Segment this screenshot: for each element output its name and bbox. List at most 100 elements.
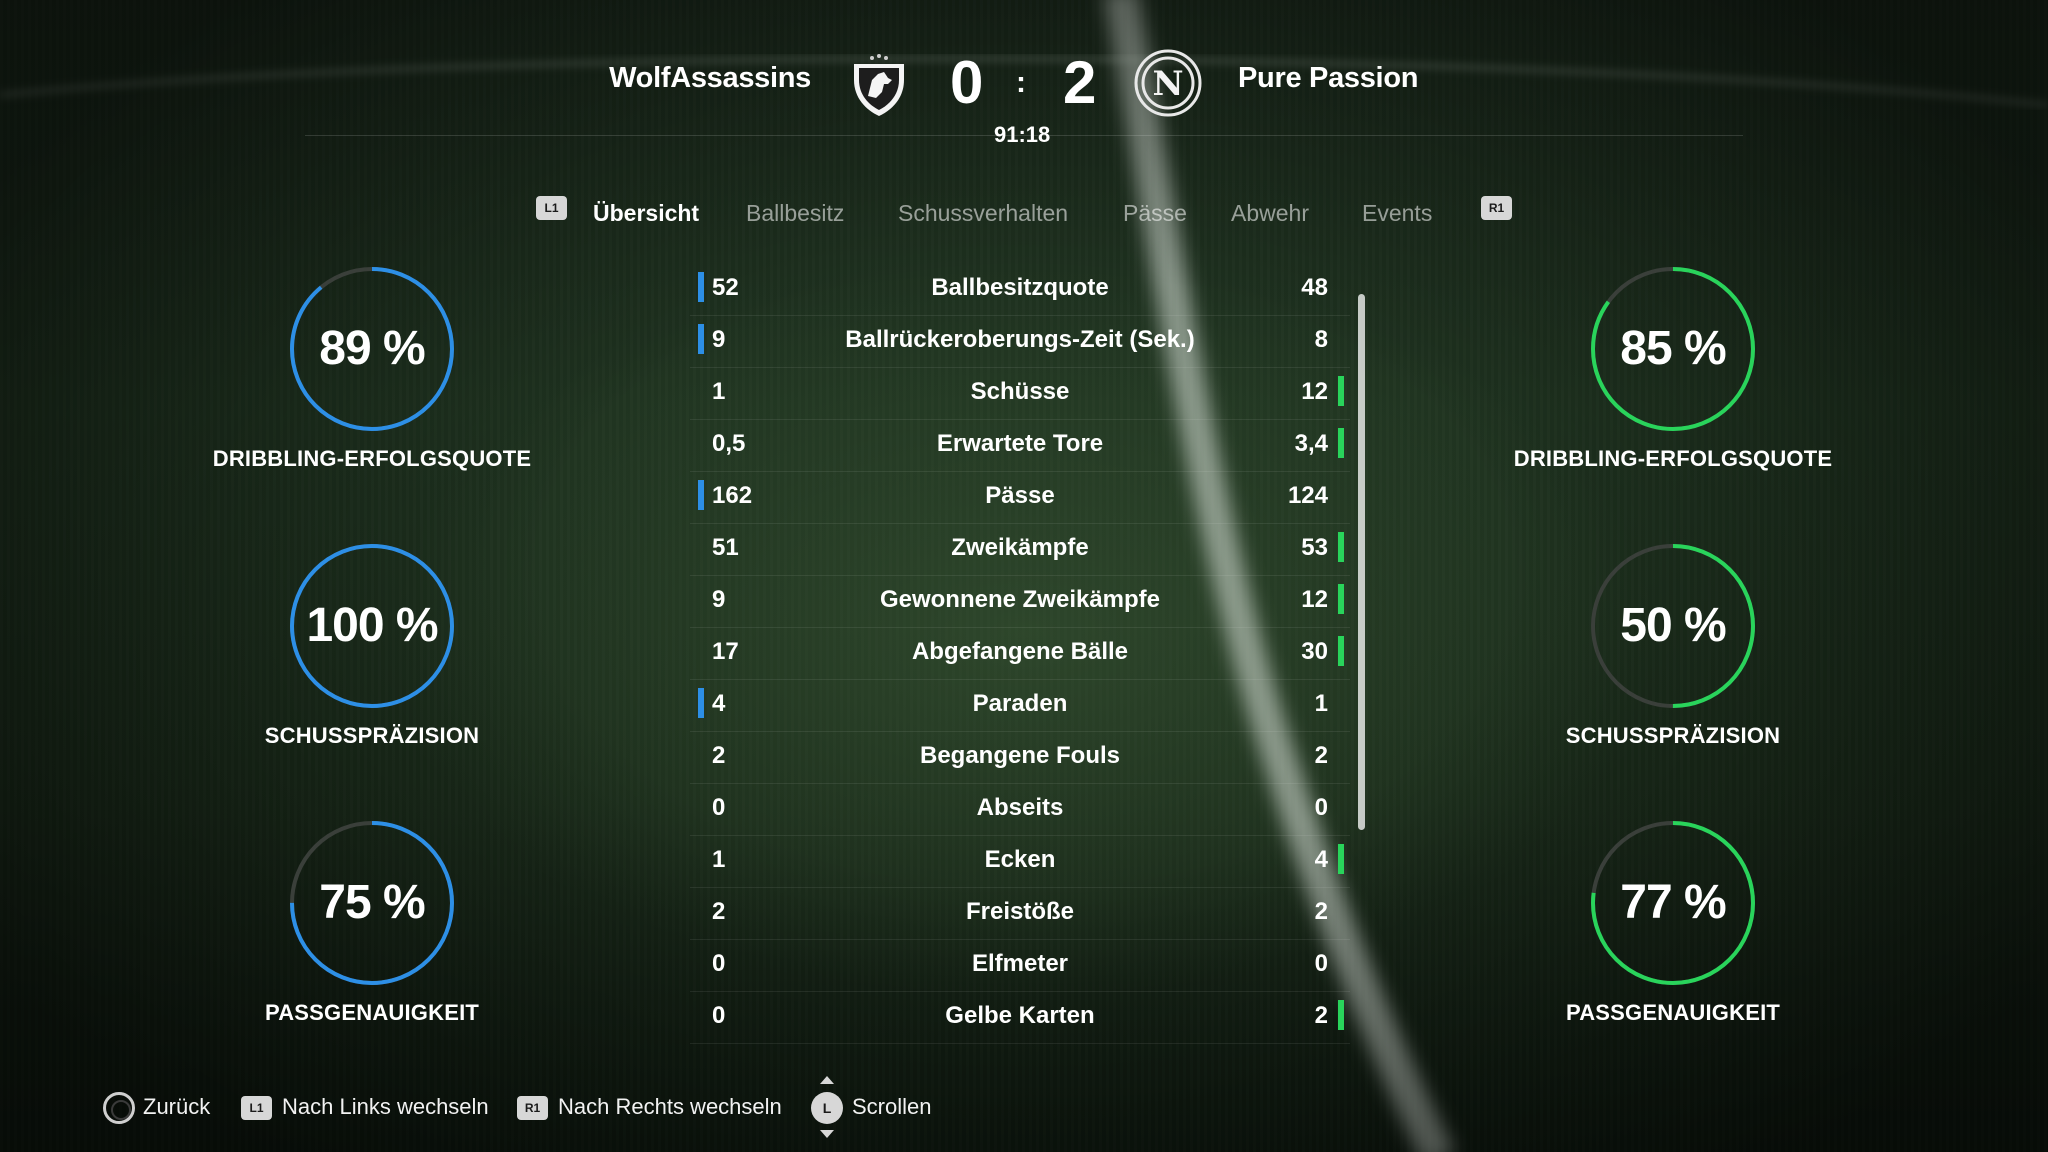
stat-row: 0 Abseits 0 <box>690 784 1350 836</box>
away-stat-value: 8 <box>1314 326 1328 353</box>
gauge-label: DRIBBLING-ERFOLGSQUOTE <box>1513 446 1833 471</box>
stat-row: 0,5 Erwartete Tore 3,4 <box>690 420 1350 472</box>
switch-right-action[interactable]: Nach Rechts wechseln <box>558 1094 782 1120</box>
stat-name: Ballrückeroberungs-Zeit (Sek.) <box>845 326 1195 353</box>
stat-name: Freistöße <box>965 898 1075 925</box>
gauge-value: 100 % <box>306 599 438 652</box>
away-stat-value: 2 <box>1314 898 1328 925</box>
stat-name: Ecken <box>984 846 1056 873</box>
away-stat-value: 53 <box>1301 534 1328 561</box>
away-dribbling-gauge: 85 % <box>1588 264 1758 434</box>
home-score: 0 <box>950 49 984 116</box>
switch-left-action[interactable]: Nach Links wechseln <box>282 1094 489 1120</box>
stat-name: Pässe <box>985 482 1055 509</box>
arrow-up-icon <box>820 1076 834 1084</box>
stat-row: 2 Begangene Fouls 2 <box>690 732 1350 784</box>
home-team-name: WolfAssassins <box>609 62 811 94</box>
stat-name: Abgefangene Bälle <box>911 638 1129 665</box>
left-stick-icon: L <box>811 1092 843 1124</box>
away-stat-value: 0 <box>1314 794 1328 821</box>
controls-footer: Zurück L1 Nach Links wechseln R1 Nach Re… <box>0 1076 2048 1138</box>
r1-button-icon[interactable]: R1 <box>1481 196 1512 220</box>
stats-tab-bar: L1 Übersicht Ballbesitz Schussverhalten … <box>0 196 2048 236</box>
l1-button-icon: L1 <box>241 1096 272 1120</box>
away-lead-indicator <box>1338 376 1344 406</box>
stat-name: Begangene Fouls <box>919 742 1121 769</box>
away-stat-value: 48 <box>1301 274 1328 301</box>
match-clock: 91:18 <box>994 122 1051 147</box>
stat-name: Schüsse <box>970 378 1070 405</box>
away-lead-indicator <box>1338 428 1344 458</box>
stat-row: 0 Elfmeter 0 <box>690 940 1350 992</box>
stat-row: 52 Ballbesitzquote 48 <box>690 264 1350 316</box>
stat-row: 1 Ecken 4 <box>690 836 1350 888</box>
scroll-action[interactable]: Scrollen <box>852 1094 931 1120</box>
away-lead-indicator <box>1338 584 1344 614</box>
away-score: 2 <box>1063 49 1097 116</box>
circle-button-icon <box>103 1092 135 1124</box>
stat-name: Gelbe Karten <box>945 1002 1095 1029</box>
tab-possession[interactable]: Ballbesitz <box>746 200 844 227</box>
stats-table[interactable]: 52 Ballbesitzquote 48 9 Ballrückeroberungs-Z… <box>690 264 1350 1044</box>
gauge-value: 85 % <box>1620 322 1726 375</box>
away-stat-value: 0 <box>1314 950 1328 977</box>
gauge-value: 89 % <box>319 322 425 375</box>
gauge-value: 50 % <box>1620 599 1726 652</box>
stat-name: Abseits <box>976 794 1064 821</box>
stat-row: 1 Schüsse 12 <box>690 368 1350 420</box>
scoreboard-header: WolfAssassins 0 : 2 N Pure Passion 91:18 <box>0 0 2048 160</box>
away-stat-value: 12 <box>1301 378 1328 405</box>
gauge-value: 77 % <box>1620 876 1726 929</box>
away-stat-value: 4 <box>1314 846 1328 873</box>
stat-name: Gewonnene Zweikämpfe <box>879 586 1161 613</box>
away-stat-value: 2 <box>1314 1002 1328 1029</box>
stat-name: Elfmeter <box>971 950 1069 977</box>
gauge-label: SCHUSSPRÄZISION <box>264 723 480 748</box>
back-action[interactable]: Zurück <box>143 1094 210 1120</box>
stat-row: 51 Zweikämpfe 53 <box>690 524 1350 576</box>
gauge-label: PASSGENAUIGKEIT <box>1565 1000 1781 1025</box>
tab-shooting[interactable]: Schussverhalten <box>898 200 1068 227</box>
stat-name: Ballbesitzquote <box>931 274 1109 301</box>
stat-name: Paraden <box>972 690 1068 717</box>
home-shot-accuracy-gauge: 100 % <box>287 541 457 711</box>
stat-row: 9 Ballrückeroberungs-Zeit (Sek.) 8 <box>690 316 1350 368</box>
away-stat-value: 1 <box>1314 690 1328 717</box>
tab-events[interactable]: Events <box>1362 200 1432 227</box>
away-crest-letter: N <box>1152 64 1183 104</box>
away-stat-value: 3,4 <box>1294 430 1328 457</box>
away-stat-value: 12 <box>1301 586 1328 613</box>
stats-scrollbar[interactable] <box>1358 294 1365 830</box>
stat-row: 4 Paraden 1 <box>690 680 1350 732</box>
away-lead-indicator <box>1338 844 1344 874</box>
stat-row: 0 Gelbe Karten 2 <box>690 992 1350 1044</box>
score-separator: : <box>1016 66 1026 99</box>
stat-name: Zweikämpfe <box>951 534 1089 561</box>
tab-passing[interactable]: Pässe <box>1123 200 1187 227</box>
away-pass-accuracy-gauge: 77 % <box>1588 818 1758 988</box>
away-stat-value: 124 <box>1287 482 1328 509</box>
stat-name: Erwartete Tore <box>936 430 1104 457</box>
arrow-down-icon <box>820 1130 834 1138</box>
away-stat-value: 2 <box>1314 742 1328 769</box>
tab-overview[interactable]: Übersicht <box>593 200 699 227</box>
tab-defense[interactable]: Abwehr <box>1231 200 1309 227</box>
gauge-label: SCHUSSPRÄZISION <box>1565 723 1781 748</box>
stat-row: 162 Pässe 124 <box>690 472 1350 524</box>
away-stat-value: 30 <box>1301 638 1328 665</box>
stat-row: 9 Gewonnene Zweikämpfe 12 <box>690 576 1350 628</box>
away-team-name: Pure Passion <box>1238 62 1419 94</box>
napoli-crest-icon: N <box>1133 48 1203 118</box>
home-pass-accuracy-gauge: 75 % <box>287 818 457 988</box>
gauge-value: 75 % <box>319 876 425 929</box>
away-lead-indicator <box>1338 1000 1344 1030</box>
stat-row: 17 Abgefangene Bälle 30 <box>690 628 1350 680</box>
stat-row: 2 Freistöße 2 <box>690 888 1350 940</box>
gauge-label: PASSGENAUIGKEIT <box>264 1000 480 1025</box>
away-lead-indicator <box>1338 532 1344 562</box>
r1-button-icon: R1 <box>517 1096 548 1120</box>
gauge-label: DRIBBLING-ERFOLGSQUOTE <box>212 446 532 471</box>
away-shot-accuracy-gauge: 50 % <box>1588 541 1758 711</box>
away-lead-indicator <box>1338 636 1344 666</box>
l1-button-icon[interactable]: L1 <box>536 196 567 220</box>
